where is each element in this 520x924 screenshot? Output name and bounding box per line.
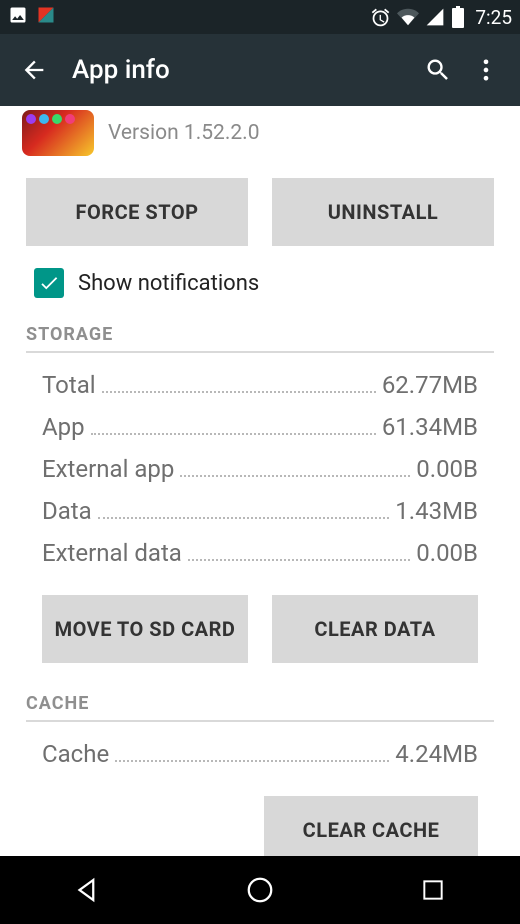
divider <box>26 720 494 722</box>
app-bar: App info <box>0 34 520 106</box>
search-button[interactable] <box>414 46 462 94</box>
clear-data-button[interactable]: CLEAR DATA <box>272 595 478 663</box>
alarm-icon <box>370 7 391 28</box>
storage-external-data-row: External data 0.00B <box>0 535 520 577</box>
kv-label: App <box>42 413 85 441</box>
clear-cache-button[interactable]: CLEAR CACHE <box>264 796 478 864</box>
kv-value: 0.00B <box>416 455 478 483</box>
nav-home-button[interactable] <box>240 870 280 910</box>
wifi-icon <box>397 6 419 28</box>
uninstall-button[interactable]: UNINSTALL <box>272 178 494 246</box>
storage-app-row: App 61.34MB <box>0 409 520 451</box>
kv-label: Cache <box>42 740 109 768</box>
cache-row: Cache 4.24MB <box>0 736 520 778</box>
signal-icon <box>425 7 445 27</box>
storage-external-app-row: External app 0.00B <box>0 451 520 493</box>
overflow-menu-button[interactable] <box>462 46 510 94</box>
nav-recent-button[interactable] <box>413 870 453 910</box>
move-to-sd-button[interactable]: MOVE TO SD CARD <box>42 595 248 663</box>
kv-value: 61.34MB <box>382 413 478 441</box>
force-stop-button[interactable]: FORCE STOP <box>26 178 248 246</box>
kv-label: External app <box>42 455 174 483</box>
kv-label: Total <box>42 371 96 399</box>
page-title: App info <box>72 55 414 85</box>
kv-label: Data <box>42 497 92 525</box>
show-notifications-label: Show notifications <box>78 271 259 296</box>
kv-label: External data <box>42 539 182 567</box>
cache-header: CACHE <box>0 689 520 720</box>
divider <box>26 351 494 353</box>
app-header: Version 1.52.2.0 <box>0 106 520 166</box>
show-notifications-row[interactable]: Show notifications <box>0 264 520 320</box>
clock-text: 7:25 <box>475 6 512 29</box>
kaspersky-icon <box>36 5 56 30</box>
app-icon <box>22 110 94 156</box>
status-bar: 7:25 <box>0 0 520 34</box>
kv-value: 62.77MB <box>382 371 478 399</box>
checkbox-icon[interactable] <box>34 268 64 298</box>
nav-back-button[interactable] <box>67 870 107 910</box>
back-button[interactable] <box>10 46 58 94</box>
kv-value: 4.24MB <box>395 740 478 768</box>
kv-value: 1.43MB <box>395 497 478 525</box>
picture-icon <box>8 5 28 30</box>
battery-icon <box>451 6 465 28</box>
navigation-bar <box>0 856 520 924</box>
kv-value: 0.00B <box>416 539 478 567</box>
storage-data-row: Data 1.43MB <box>0 493 520 535</box>
storage-header: STORAGE <box>0 320 520 351</box>
app-version: Version 1.52.2.0 <box>108 121 260 145</box>
storage-total-row: Total 62.77MB <box>0 367 520 409</box>
